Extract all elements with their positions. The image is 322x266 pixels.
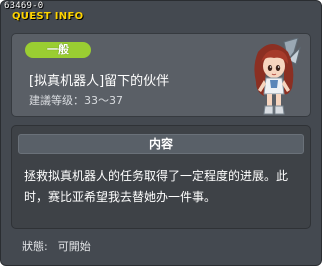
quest-status: 狀態: 可開始 [22, 238, 91, 254]
quest-name: [拟真机器人]留下的伙伴 [29, 74, 170, 89]
status-label: 狀態: [22, 240, 48, 253]
window-title: QUEST INFO [12, 11, 84, 22]
level-range: 33～37 [84, 94, 123, 107]
npc-portrait-icon [254, 38, 301, 115]
quest-info-window: 63469-0 QUEST INFO 一般 [拟真机器人]留下的伙伴 建議等级：… [0, 0, 322, 266]
title-bar[interactable]: 63469-0 QUEST INFO [1, 1, 321, 23]
recommended-level: 建議等级：33～37 [29, 92, 123, 108]
content-header: 内容 [18, 134, 304, 154]
quest-summary-panel: 一般 [拟真机器人]留下的伙伴 建議等级：33～37 [11, 33, 311, 117]
level-label: 建議等级： [29, 94, 84, 107]
status-value: 可開始 [57, 240, 91, 253]
quest-description: 拯救拟真机器人的任务取得了一定程度的进展。此时，赛比亚希望我去替她办一件事。 [24, 169, 289, 204]
quest-content-panel: 内容 拯救拟真机器人的任务取得了一定程度的进展。此时，赛比亚希望我去替她办一件事… [11, 125, 311, 229]
quest-category-badge: 一般 [25, 42, 91, 58]
quest-id: 63469-0 [4, 1, 44, 11]
